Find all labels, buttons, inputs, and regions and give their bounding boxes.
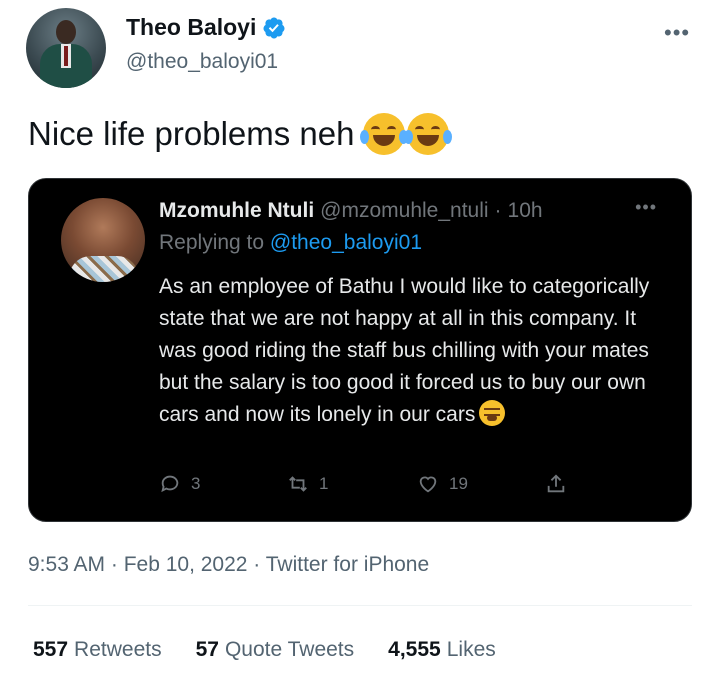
separator-dot: · (494, 199, 502, 222)
verified-badge-icon (263, 17, 285, 38)
more-options-icon[interactable]: ••• (664, 20, 690, 46)
quoted-tweet-body-text: As an employee of Bathu I would like to … (159, 275, 650, 426)
share-icon (547, 474, 565, 493)
avatar-shirt (69, 256, 139, 282)
avatar-tie (64, 46, 68, 66)
reply-count: 3 (191, 474, 201, 493)
like-action[interactable]: 19 (417, 473, 468, 495)
replying-to-line: Replying to @theo_baloyi01 (159, 231, 422, 255)
reply-action[interactable]: 3 (159, 473, 200, 495)
retweets-label: Retweets (74, 638, 162, 661)
likes-stat[interactable]: 4,555 Likes (388, 638, 496, 662)
tweet-stats: 557 Retweets 57 Quote Tweets 4,555 Likes (33, 638, 496, 662)
tweet-timestamp-source[interactable]: 9:53 AM · Feb 10, 2022 · Twitter for iPh… (28, 553, 429, 577)
quote-tweets-stat[interactable]: 57 Quote Tweets (196, 638, 355, 662)
replying-to-mention[interactable]: @theo_baloyi01 (270, 231, 422, 254)
tears-of-joy-emoji-icon (359, 113, 408, 155)
avatar-head (56, 20, 76, 44)
replying-to-label: Replying to (159, 231, 265, 254)
quoted-author-avatar[interactable] (61, 198, 145, 282)
likes-count: 4,555 (388, 638, 441, 661)
quoted-tweet-card[interactable]: Mzomuhle Ntuli @mzomuhle_ntuli · 10h •••… (28, 178, 692, 522)
quote-tweets-count: 57 (195, 638, 219, 661)
retweets-count: 557 (33, 638, 69, 661)
quoted-tweet-actions: 3 1 19 (159, 473, 579, 503)
quoted-author-name[interactable]: Mzomuhle Ntuli (159, 199, 314, 223)
quote-tweets-label: Quote Tweets (224, 638, 355, 661)
author-avatar[interactable] (26, 8, 106, 88)
tears-of-joy-emoji-icon (403, 113, 452, 155)
share-action[interactable] (545, 473, 567, 495)
retweets-stat[interactable]: 557 Retweets (33, 638, 162, 662)
likes-label: Likes (446, 638, 496, 661)
quoted-tweet-time[interactable]: 10h (508, 199, 543, 223)
quoted-tweet-body: As an employee of Bathu I would like to … (159, 271, 659, 431)
tweet-text-content: Nice life problems neh (28, 115, 355, 152)
like-count: 19 (449, 474, 468, 493)
author-display-name[interactable]: Theo Baloyi (126, 14, 256, 41)
retweet-count: 1 (319, 474, 329, 493)
quoted-author-handle[interactable]: @mzomuhle_ntuli (320, 199, 488, 223)
tired-face-emoji-icon (479, 400, 506, 426)
retweet-icon (289, 476, 307, 492)
retweet-action[interactable]: 1 (287, 473, 328, 495)
quoted-more-options-icon[interactable]: ••• (635, 197, 657, 218)
tweet-text: Nice life problems neh (28, 113, 452, 155)
author-handle[interactable]: @theo_baloyi01 (126, 50, 278, 74)
quoted-tweet-header: Mzomuhle Ntuli @mzomuhle_ntuli · 10h (159, 199, 543, 223)
reply-icon (161, 475, 179, 493)
author-name-row: Theo Baloyi (126, 14, 286, 41)
divider (28, 605, 692, 606)
heart-icon (419, 476, 437, 493)
